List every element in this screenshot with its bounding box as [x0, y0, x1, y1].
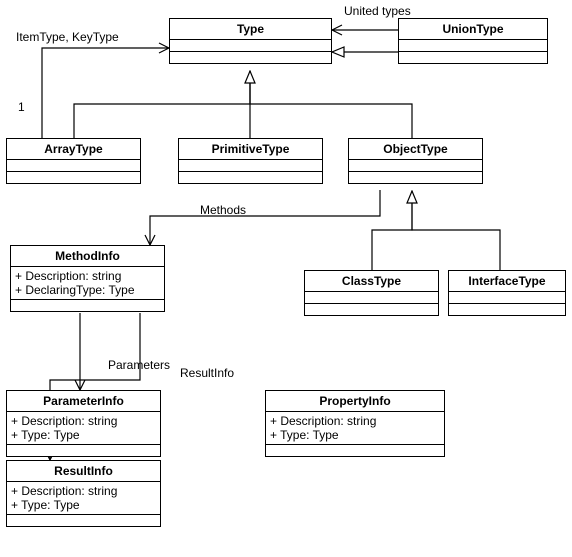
attr-compartment — [305, 291, 438, 303]
class-title: UnionType — [399, 19, 547, 39]
attr-line: + Description: string — [15, 269, 160, 283]
attr-compartment: + Description: string + Type: Type — [7, 411, 160, 444]
label-itemtype-keytype: ItemType, KeyType — [16, 30, 119, 44]
ops-compartment — [11, 299, 164, 311]
attr-compartment — [179, 159, 322, 171]
ops-compartment — [449, 303, 565, 315]
ops-compartment — [7, 514, 160, 526]
attr-compartment: + Description: string + Type: Type — [266, 411, 444, 444]
ops-compartment — [266, 444, 444, 456]
attr-compartment — [449, 291, 565, 303]
class-resultinfo: ResultInfo + Description: string + Type:… — [6, 460, 161, 527]
ops-compartment — [7, 444, 160, 456]
class-methodinfo: MethodInfo + Description: string + Decla… — [10, 245, 165, 312]
class-parameterinfo: ParameterInfo + Description: string + Ty… — [6, 390, 161, 457]
class-primitivetype: PrimitiveType — [178, 138, 323, 184]
label-resultinfo: ResultInfo — [180, 366, 234, 380]
attr-line: + Description: string — [11, 414, 156, 428]
class-title: ClassType — [305, 271, 438, 291]
class-title: ParameterInfo — [7, 391, 160, 411]
class-title: MethodInfo — [11, 246, 164, 266]
ops-compartment — [170, 51, 331, 63]
class-objecttype: ObjectType — [348, 138, 483, 184]
class-uniontype: UnionType — [398, 18, 548, 64]
class-title: PrimitiveType — [179, 139, 322, 159]
attr-compartment — [7, 159, 140, 171]
attr-line: + DeclaringType: Type — [15, 283, 160, 297]
class-interfacetype: InterfaceType — [448, 270, 566, 316]
ops-compartment — [399, 51, 547, 63]
ops-compartment — [349, 171, 482, 183]
class-title: ArrayType — [7, 139, 140, 159]
class-arraytype: ArrayType — [6, 138, 141, 184]
class-propertyinfo: PropertyInfo + Description: string + Typ… — [265, 390, 445, 457]
attr-compartment: + Description: string + Type: Type — [7, 481, 160, 514]
attr-line: + Type: Type — [270, 428, 440, 442]
label-united-types: United types — [344, 4, 411, 18]
label-parameters: Parameters — [108, 358, 170, 372]
attr-compartment — [349, 159, 482, 171]
class-title: ObjectType — [349, 139, 482, 159]
attr-compartment: + Description: string + DeclaringType: T… — [11, 266, 164, 299]
attr-line: + Type: Type — [11, 498, 156, 512]
class-title: Type — [170, 19, 331, 39]
ops-compartment — [7, 171, 140, 183]
class-classtype: ClassType — [304, 270, 439, 316]
attr-compartment — [170, 39, 331, 51]
ops-compartment — [305, 303, 438, 315]
class-title: ResultInfo — [7, 461, 160, 481]
class-title: InterfaceType — [449, 271, 565, 291]
attr-line: + Description: string — [270, 414, 440, 428]
label-methods: Methods — [200, 203, 246, 217]
label-multiplicity-1: 1 — [18, 100, 25, 114]
class-type: Type — [169, 18, 332, 64]
class-title: PropertyInfo — [266, 391, 444, 411]
attr-compartment — [399, 39, 547, 51]
attr-line: + Type: Type — [11, 428, 156, 442]
attr-line: + Description: string — [11, 484, 156, 498]
ops-compartment — [179, 171, 322, 183]
